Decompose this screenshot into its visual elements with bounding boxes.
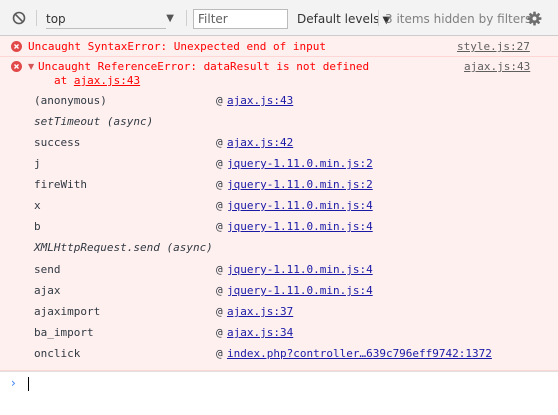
stack-frame-name: x [34, 199, 41, 212]
stack-frame-at: @ [216, 199, 223, 212]
stack-frame-name: fireWith [34, 178, 87, 191]
stack-frame-name: XMLHttpRequest.send (async) [34, 241, 213, 254]
console-toolbar: top ▼ Default levels▼ 3 items hidden by … [0, 0, 558, 36]
gear-icon[interactable] [527, 11, 542, 26]
stack-frame-link[interactable]: ajax.js:37 [227, 305, 293, 318]
stack-frame-name: setTimeout (async) [34, 115, 154, 128]
stack-frame-link[interactable]: jquery-1.11.0.min.js:2 [227, 157, 373, 170]
console-message-error: Uncaught SyntaxError: Unexpected end of … [0, 36, 558, 57]
stack-frame-at: @ [216, 178, 223, 191]
clear-console-icon[interactable] [12, 11, 26, 25]
stack-frame-name: ajaximport [34, 305, 101, 318]
stack-frame-link[interactable]: ajax.js:42 [227, 136, 293, 149]
caret-down-icon: ▼ [166, 13, 174, 24]
text-caret [28, 377, 29, 391]
stack-frame-at: @ [216, 263, 223, 276]
stack-frame-name: send [34, 263, 61, 276]
stack-frame-link[interactable]: jquery-1.11.0.min.js:4 [227, 199, 373, 212]
context-selector[interactable]: top ▼ [46, 9, 180, 29]
stack-continuation-link[interactable]: ajax.js:43 [74, 74, 140, 87]
stack-frame-link[interactable]: ajax.js:43 [227, 94, 293, 107]
context-underline [46, 28, 166, 29]
stack-frame-at: @ [216, 94, 223, 107]
stack-frame-at: @ [216, 220, 223, 233]
stack-frame-at: @ [216, 284, 223, 297]
stack-frame-link[interactable]: jquery-1.11.0.min.js:4 [227, 284, 373, 297]
stack-frame-at: @ [216, 326, 223, 339]
stack-frame-name: (anonymous) [34, 94, 107, 107]
stack-frame-at: @ [216, 347, 223, 360]
stack-frame-link[interactable]: ajax.js:34 [227, 326, 293, 339]
stack-frame-name: onclick [34, 347, 81, 360]
error-source-link[interactable]: ajax.js:43 [464, 60, 530, 73]
stack-frame-name: ba_import [34, 326, 94, 339]
toolbar-divider [186, 10, 187, 26]
stack-frame-at: @ [216, 305, 223, 318]
log-levels-label: Default levels [297, 12, 380, 26]
stack-frame-link[interactable]: index.php?controller…639c796eff9742:1372 [227, 347, 492, 360]
error-message-text: Uncaught SyntaxError: Unexpected end of … [28, 40, 327, 53]
toolbar-divider [378, 10, 379, 26]
stack-continuation: at ajax.js:43 [54, 74, 140, 87]
toolbar-divider [36, 10, 37, 26]
error-message-text: Uncaught ReferenceError: dataResult is n… [38, 60, 370, 73]
stack-frame-link[interactable]: jquery-1.11.0.min.js:4 [227, 263, 373, 276]
stack-frame-link[interactable]: jquery-1.11.0.min.js:2 [227, 178, 373, 191]
hidden-items-info: 3 items hidden by filters [385, 12, 532, 26]
error-source-link[interactable]: style.js:27 [457, 40, 530, 53]
stack-continuation-prefix: at [54, 74, 74, 87]
console-prompt[interactable]: › [0, 371, 558, 395]
stack-frame-name: j [34, 157, 41, 170]
error-icon [11, 61, 22, 72]
filter-input[interactable] [193, 9, 288, 29]
console-messages: Uncaught SyntaxError: Unexpected end of … [0, 36, 558, 371]
stack-frame-at: @ [216, 157, 223, 170]
expand-triangle-icon[interactable]: ▼ [28, 62, 34, 71]
chevron-right-icon: › [11, 376, 16, 390]
log-levels-dropdown[interactable]: Default levels ▼ [297, 12, 390, 26]
stack-frame-name: b [34, 220, 41, 233]
stack-frame-name: success [34, 136, 81, 149]
stack-frame-link[interactable]: jquery-1.11.0.min.js:4 [227, 220, 373, 233]
error-icon [11, 41, 22, 52]
console-message-error: ▼ Uncaught ReferenceError: dataResult is… [0, 57, 558, 371]
stack-frame-at: @ [216, 136, 223, 149]
context-label: top [46, 12, 66, 26]
stack-frame-name: ajax [34, 284, 61, 297]
